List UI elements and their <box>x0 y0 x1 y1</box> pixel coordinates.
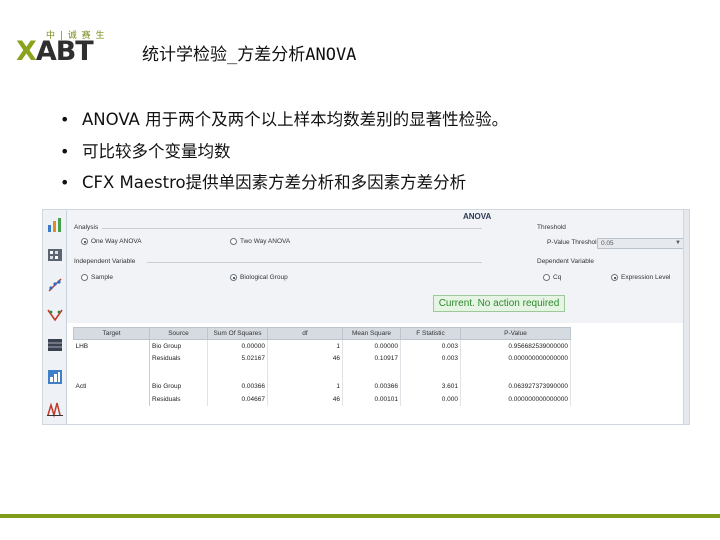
table-row[interactable]: Actl Bio Group 0.00366 1 0.00366 3.601 0… <box>73 380 571 393</box>
table-cell <box>73 352 150 365</box>
radio-selected-icon <box>611 274 618 281</box>
column-header-source[interactable]: Source <box>149 327 208 340</box>
anova-app-window: ANOVA Analysis One Way ANOVA Two Way ANO… <box>42 209 690 425</box>
bullet-item: CFX Maestro提供单因素方差分析和多因素方差分析 <box>60 173 508 205</box>
table-header-row: Target Source Sum Of Squares df Mean Squ… <box>73 327 571 340</box>
table-cell: 0.003 <box>400 352 461 365</box>
column-header-df[interactable]: df <box>267 327 343 340</box>
radio-unselected-icon <box>230 238 237 245</box>
table-cell: 3.601 <box>400 380 461 393</box>
column-header-mean-square[interactable]: Mean Square <box>342 327 401 340</box>
radio-label: Expression Level <box>621 274 671 281</box>
table-cell: 5.02167 <box>207 352 268 365</box>
table-cell: 0.00101 <box>342 393 401 406</box>
company-logo: 中 | 诚 赛 生 XABT <box>16 28 112 68</box>
table-cell: Bio Group <box>149 339 208 352</box>
table-cell: 0.00000 <box>207 339 268 352</box>
table-row[interactable]: Residuals 0.04667 46 0.00101 0.000 0.000… <box>73 393 571 406</box>
column-header-f-statistic[interactable]: F Statistic <box>400 327 461 340</box>
table-cell: 1 <box>267 380 343 393</box>
table-cell: Bio Group <box>149 380 208 393</box>
two-way-anova-radio[interactable]: Two Way ANOVA <box>230 238 290 245</box>
chevron-down-icon: ▼ <box>675 240 681 246</box>
table-cell: 0.003 <box>400 339 461 352</box>
table-cell: 0.00366 <box>342 380 401 393</box>
radio-label: Biological Group <box>240 274 288 281</box>
status-badge: Current. No action required <box>433 295 565 312</box>
table-cell: 0.000000000000000 <box>460 393 571 406</box>
table-cell: 0.000000000000000 <box>460 352 571 365</box>
table-row-spacer <box>73 364 571 381</box>
group-divider <box>102 228 482 229</box>
table-cell: 0.956682539000000 <box>460 339 571 352</box>
bullet-item: 可比较多个变量均数 <box>60 142 508 174</box>
slide-title: 统计学检验_方差分析ANOVA <box>142 45 357 65</box>
pvalue-threshold-label: P-Value Threshold: <box>547 239 603 246</box>
pvalue-threshold-select[interactable]: 0.05 ▼ <box>597 238 685 249</box>
radio-label: Sample <box>91 274 114 281</box>
one-way-anova-radio[interactable]: One Way ANOVA <box>81 238 142 245</box>
sample-radio[interactable]: Sample <box>81 274 113 281</box>
cq-radio[interactable]: Cq <box>543 274 561 281</box>
table-cell: Residuals <box>149 393 208 406</box>
table-report-icon[interactable] <box>46 368 64 386</box>
footer-divider <box>0 514 720 518</box>
table-cell: Residuals <box>149 352 208 365</box>
independent-variable-label: Independent Variable <box>74 258 136 265</box>
logo-x: X <box>16 36 37 67</box>
radio-label: Cq <box>553 274 562 281</box>
volcano-icon[interactable] <box>46 306 64 324</box>
group-divider <box>147 262 482 263</box>
table-cell: 46 <box>267 352 343 365</box>
radio-unselected-icon <box>543 274 550 281</box>
scatter-icon[interactable] <box>46 276 64 294</box>
table-cell: 0.063927373990000 <box>460 380 571 393</box>
dependent-variable-label: Dependent Variable <box>537 258 594 265</box>
table-row[interactable]: Residuals 5.02167 46 0.10917 0.003 0.000… <box>73 352 571 365</box>
table-row[interactable]: LHB Bio Group 0.00000 1 0.00000 0.003 0.… <box>73 339 571 352</box>
radio-label: One Way ANOVA <box>91 238 142 245</box>
table-cell: 0.00366 <box>207 380 268 393</box>
bullet-list: ANOVA 用于两个及两个以上样本均数差别的显著性检验。 可比较多个变量均数 C… <box>60 110 508 205</box>
table-cell: 0.10917 <box>342 352 401 365</box>
radio-unselected-icon <box>81 274 88 281</box>
logo-wordmark: XABT <box>16 36 94 67</box>
table-cell: 0.04667 <box>207 393 268 406</box>
logo-abt: ABT <box>35 36 94 67</box>
clustergram-icon[interactable] <box>46 246 64 264</box>
biological-group-radio[interactable]: Biological Group <box>230 274 288 281</box>
anova-icon[interactable] <box>46 400 64 418</box>
table-cell: LHB <box>73 339 150 352</box>
table-cell: 0.00000 <box>342 339 401 352</box>
table-cell: 46 <box>267 393 343 406</box>
table-cell: 0.000 <box>400 393 461 406</box>
view-toolbar <box>43 210 67 424</box>
pvalue-threshold-value: 0.05 <box>601 240 614 247</box>
table-cell <box>73 393 150 406</box>
column-header-sum-of-squares[interactable]: Sum Of Squares <box>207 327 268 340</box>
table-cell: Actl <box>73 380 150 393</box>
bar-chart-icon[interactable] <box>46 216 64 234</box>
analysis-group-label: Analysis <box>74 224 99 231</box>
radio-selected-icon <box>81 238 88 245</box>
threshold-group-label: Threshold <box>537 224 566 231</box>
anova-results-table: Target Source Sum Of Squares df Mean Squ… <box>73 327 571 406</box>
heatmap-icon[interactable] <box>46 336 64 354</box>
column-header-target[interactable]: Target <box>73 327 150 340</box>
radio-label: Two Way ANOVA <box>240 238 291 245</box>
anova-settings-panel: ANOVA Analysis One Way ANOVA Two Way ANO… <box>67 210 689 323</box>
radio-selected-icon <box>230 274 237 281</box>
vertical-scrollbar[interactable] <box>683 210 689 424</box>
column-header-p-value[interactable]: P-Value <box>460 327 571 340</box>
expression-level-radio[interactable]: Expression Level <box>611 274 671 281</box>
panel-title: ANOVA <box>463 212 492 221</box>
bullet-item: ANOVA 用于两个及两个以上样本均数差别的显著性检验。 <box>60 110 508 142</box>
table-cell: 1 <box>267 339 343 352</box>
